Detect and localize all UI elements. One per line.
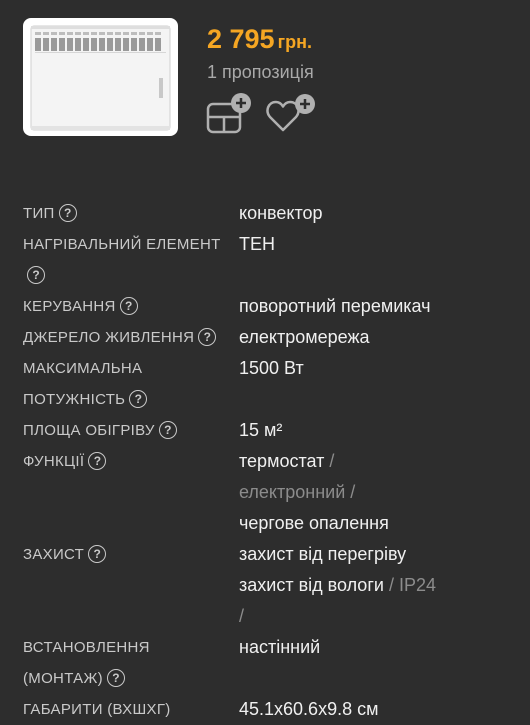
add-to-compare-icon [206, 93, 251, 134]
spec-value: захист від перегріву захист від вологи /… [239, 539, 505, 632]
spec-label-text: МАКСИМАЛЬНА [23, 360, 143, 377]
specs-table: ТИП? конвектор НАГРІВАЛЬНИЙ ЕЛЕМЕНТ? ТЕН… [0, 198, 530, 725]
spec-label-text: (МОНТАЖ) [23, 670, 103, 687]
value-separator: / [239, 606, 245, 626]
add-to-favorites-icon [266, 94, 315, 132]
product-image[interactable] [23, 18, 178, 136]
value-separator: / [350, 482, 356, 502]
spec-value-item[interactable]: захист від перегріву [239, 544, 406, 564]
help-icon[interactable]: ? [198, 328, 217, 346]
spec-label: ЗАХИСТ? [0, 539, 239, 632]
spec-label-text: ФУНКЦІЇ [23, 453, 85, 470]
spec-label-text: ВСТАНОВЛЕННЯ [23, 639, 150, 656]
spec-row-type: ТИП? конвектор [0, 198, 530, 229]
spec-label-text: ТИП [23, 205, 55, 222]
product-price: 2 795 грн. [207, 24, 312, 55]
help-icon[interactable]: ? [27, 266, 45, 284]
help-icon[interactable]: ? [58, 204, 77, 222]
spec-label: ВСТАНОВЛЕННЯ (МОНТАЖ)? [0, 632, 239, 694]
product-header: 2 795 грн. 1 пропозиція [0, 0, 530, 150]
spec-value: електромережа [239, 327, 370, 347]
value-separator: / [388, 575, 394, 595]
spec-value: 1500 Вт [239, 358, 304, 378]
spec-row-heating-area: ПЛОЩА ОБІГРІВУ? 15 м² [0, 415, 530, 446]
price-value: 2 795 [207, 24, 275, 54]
add-to-compare-button[interactable] [206, 93, 254, 135]
spec-row-installation: ВСТАНОВЛЕННЯ (МОНТАЖ)? настінний [0, 632, 530, 694]
spec-value-item[interactable]: чергове опалення [239, 513, 389, 533]
convector-heater-icon [30, 25, 171, 131]
spec-label-text: ГАБАРИТИ (ВХШХГ) [23, 701, 171, 718]
spec-label: ФУНКЦІЇ? [0, 446, 239, 539]
spec-label: НАГРІВАЛЬНИЙ ЕЛЕМЕНТ? [0, 229, 239, 291]
spec-label: ПЛОЩА ОБІГРІВУ? [0, 415, 239, 446]
spec-row-protection: ЗАХИСТ? захист від перегріву захист від … [0, 539, 530, 632]
spec-label-text: КЕРУВАННЯ [23, 298, 116, 315]
spec-row-functions: ФУНКЦІЇ? термостат / електронний / черго… [0, 446, 530, 539]
spec-label: КЕРУВАННЯ? [0, 291, 239, 322]
help-icon[interactable]: ? [158, 421, 177, 439]
spec-value-item[interactable]: електронний [239, 482, 345, 502]
spec-row-power-source: ДЖЕРЕЛО ЖИВЛЕННЯ? електромережа [0, 322, 530, 353]
spec-label-text: НАГРІВАЛЬНИЙ ЕЛЕМЕНТ [23, 236, 221, 253]
spec-label-text: ДЖЕРЕЛО ЖИВЛЕННЯ [23, 329, 195, 346]
spec-value-item[interactable]: термостат [239, 451, 324, 471]
spec-value-item[interactable]: IP24 [399, 575, 436, 595]
spec-row-dimensions: ГАБАРИТИ (ВХШХГ) 45.1x60.6x9.8 см [0, 694, 530, 725]
spec-row-control: КЕРУВАННЯ? поворотний перемикач [0, 291, 530, 322]
price-currency: грн. [277, 32, 312, 52]
value-separator: / [329, 451, 335, 471]
spec-label: ТИП? [0, 198, 239, 229]
spec-label: МАКСИМАЛЬНА ПОТУЖНІСТЬ? [0, 353, 239, 415]
spec-value: термостат / електронний / чергове опален… [239, 446, 505, 539]
spec-label-text: ПЛОЩА ОБІГРІВУ [23, 422, 155, 439]
help-icon[interactable]: ? [88, 545, 107, 563]
add-to-favorites-button[interactable] [266, 93, 318, 135]
spec-value: конвектор [239, 203, 323, 223]
spec-row-max-power: МАКСИМАЛЬНА ПОТУЖНІСТЬ? 1500 Вт [0, 353, 530, 415]
spec-label: ДЖЕРЕЛО ЖИВЛЕННЯ? [0, 322, 239, 353]
help-icon[interactable]: ? [119, 297, 138, 315]
spec-value-item[interactable]: захист від вологи [239, 575, 384, 595]
spec-label-text: ЗАХИСТ [23, 546, 85, 563]
spec-value: 45.1x60.6x9.8 см [239, 699, 379, 719]
spec-value: ТЕН [239, 234, 275, 254]
help-icon[interactable]: ? [106, 669, 125, 687]
spec-value: 15 м² [239, 420, 283, 440]
spec-label-text: ПОТУЖНІСТЬ [23, 391, 126, 408]
help-icon[interactable]: ? [88, 452, 107, 470]
spec-row-heating-element: НАГРІВАЛЬНИЙ ЕЛЕМЕНТ? ТЕН [0, 229, 530, 291]
help-icon[interactable]: ? [129, 390, 148, 408]
spec-value: поворотний перемикач [239, 296, 431, 316]
spec-label: ГАБАРИТИ (ВХШХГ) [0, 694, 239, 725]
offers-count-link[interactable]: 1 пропозиція [207, 62, 314, 83]
spec-value: настінний [239, 637, 321, 657]
